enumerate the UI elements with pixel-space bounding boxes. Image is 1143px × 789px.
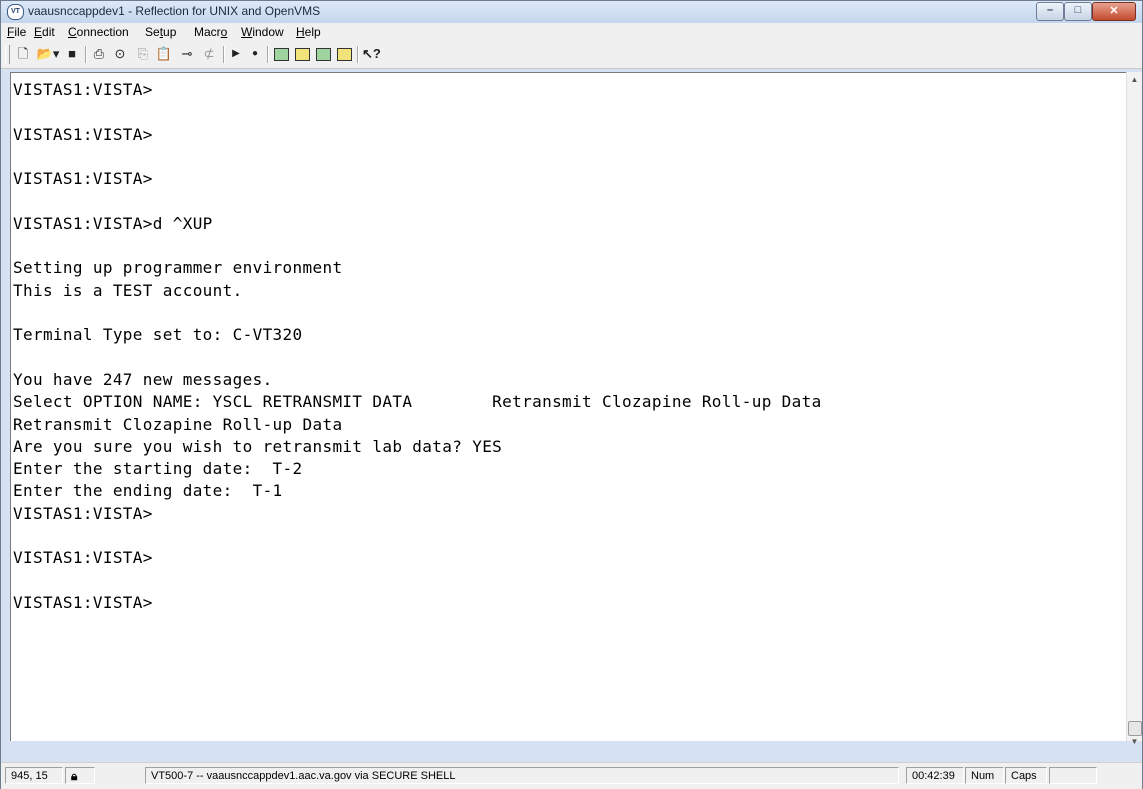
new-icon[interactable]: 🗋 — [14, 45, 32, 63]
toolbar-separator — [357, 46, 359, 63]
menu-bar: File Edit Connection Setup Macro Window … — [1, 23, 1142, 43]
context-help-icon[interactable]: ↖? — [362, 45, 381, 63]
record-icon[interactable]: ● — [246, 45, 264, 63]
menu-connection[interactable]: Connection — [68, 25, 129, 39]
terminal-line: VISTAS1:VISTA> — [13, 169, 153, 189]
toolbar-separator — [223, 46, 225, 63]
terminal-screen[interactable]: VISTAS1:VISTA> VISTAS1:VISTA> VISTAS1:VIST… — [10, 72, 1127, 741]
find-icon[interactable]: ⊙ — [111, 45, 129, 63]
panel-4-icon[interactable] — [335, 45, 353, 63]
menu-file[interactable]: File — [7, 25, 26, 39]
close-icon: ✕ — [1109, 5, 1119, 17]
scroll-down-icon[interactable]: ▼ — [1127, 734, 1142, 750]
save-icon[interactable]: ■ — [63, 45, 81, 63]
panel-3-icon[interactable] — [314, 45, 332, 63]
maximize-button[interactable]: □ — [1064, 2, 1092, 21]
terminal-line: VISTAS1:VISTA>d ^XUP — [13, 213, 213, 233]
terminal-line: Retransmit Clozapine Roll-up Data — [13, 414, 343, 434]
menu-setup[interactable]: Setup — [145, 25, 176, 39]
terminal-line: VISTAS1:VISTA> — [13, 80, 153, 99]
num-lock-indicator: Num — [965, 767, 1004, 784]
connect-icon[interactable]: ⊸ — [178, 45, 196, 63]
vertical-scrollbar[interactable]: ▲ ▼ — [1126, 72, 1142, 746]
terminal-line: Enter the starting date: T-2 — [13, 459, 303, 479]
scroll-up-icon[interactable]: ▲ — [1127, 72, 1142, 88]
print-icon[interactable]: ⎙ — [90, 45, 108, 63]
panel-1-icon[interactable] — [272, 45, 290, 63]
app-window: VT vaausnccappdev1 - Reflection for UNIX… — [0, 0, 1143, 789]
minimize-button[interactable]: – — [1036, 2, 1064, 21]
toolbar-separator — [267, 46, 269, 63]
disconnect-icon[interactable]: ⊄ — [200, 45, 218, 63]
status-bar: 945, 15 🔒︎ VT500-7 -- vaausnccappdev1.aa… — [1, 762, 1142, 789]
toolbar: 🗋 📂▾ ■ ⎙ ⊙ ⎘ 📋 ⊸ ⊄ ▶ ● ↖? — [1, 42, 1142, 69]
menu-edit[interactable]: Edit — [34, 25, 55, 39]
panel-2-icon[interactable] — [293, 45, 311, 63]
terminal-line: Setting up programmer environment — [13, 258, 343, 278]
app-icon[interactable]: VT — [7, 4, 24, 20]
menu-help[interactable]: Help — [296, 25, 321, 39]
terminal-line: This is a TEST account. — [13, 280, 243, 300]
paste-icon[interactable]: 📋 — [155, 45, 173, 63]
terminal-line: Select OPTION NAME: YSCL RETRANSMIT DATA… — [13, 392, 822, 412]
cursor-position: 945, 15 — [5, 767, 63, 784]
connection-status: VT500-7 -- vaausnccappdev1.aac.va.gov vi… — [145, 767, 899, 784]
terminal-line: VISTAS1:VISTA> — [13, 503, 153, 523]
status-panel-empty — [1049, 767, 1097, 784]
terminal-line: Enter the ending date: T-1 — [13, 481, 283, 501]
terminal-line: Are you sure you wish to retransmit lab … — [13, 436, 503, 456]
window-title: vaausnccappdev1 - Reflection for UNIX an… — [28, 4, 321, 18]
toolbar-grip[interactable] — [5, 45, 10, 64]
caps-lock-indicator: Caps — [1005, 767, 1047, 784]
open-icon[interactable]: 📂▾ — [35, 45, 61, 63]
minimize-icon: – — [1046, 4, 1054, 16]
terminal-line: VISTAS1:VISTA> — [13, 592, 153, 612]
maximize-icon: □ — [1074, 4, 1082, 16]
menu-window[interactable]: Window — [241, 25, 284, 39]
toolbar-separator — [85, 46, 87, 63]
menu-macro[interactable]: Macro — [194, 25, 227, 39]
title-bar[interactable]: VT vaausnccappdev1 - Reflection for UNIX… — [1, 1, 1142, 23]
close-button[interactable]: ✕ — [1092, 2, 1136, 21]
terminal-line: VISTAS1:VISTA> — [13, 124, 153, 144]
copy-icon[interactable]: ⎘ — [134, 45, 152, 63]
lock-icon: 🔒︎ — [65, 767, 95, 784]
window-controls: – □ ✕ — [1036, 2, 1136, 21]
play-icon[interactable]: ▶ — [227, 45, 245, 63]
terminal-line: VISTAS1:VISTA> — [13, 548, 153, 568]
terminal-line: Terminal Type set to: C-VT320 — [13, 325, 303, 345]
clock: 00:42:39 — [906, 767, 964, 784]
terminal-line: You have 247 new messages. — [13, 369, 273, 389]
